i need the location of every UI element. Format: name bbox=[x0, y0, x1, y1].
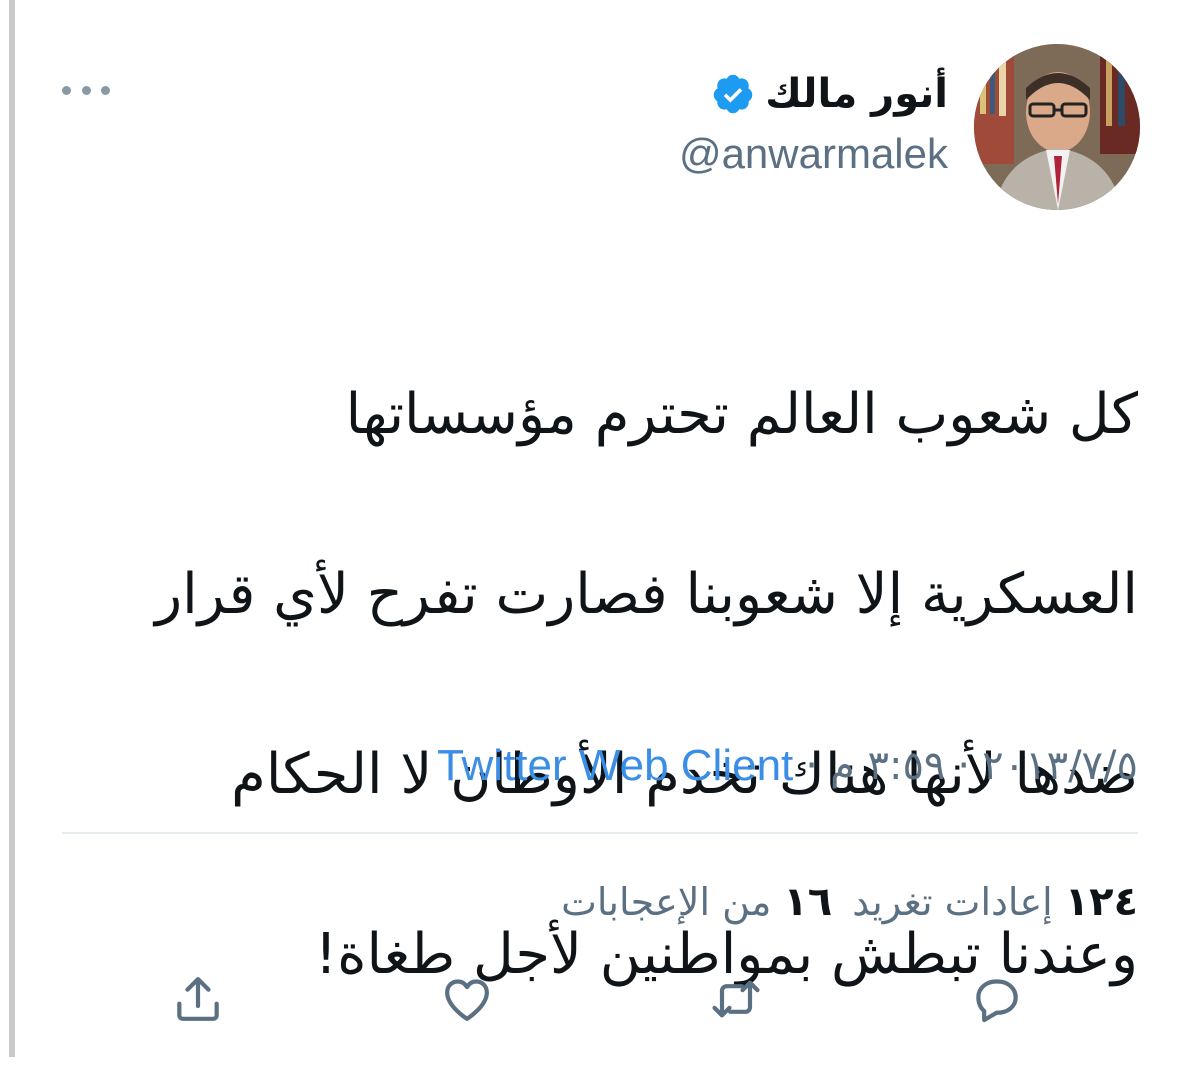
display-name[interactable]: أنور مالك bbox=[765, 71, 948, 117]
retweets-count: ١٢٤ bbox=[1064, 879, 1138, 925]
likes-count: ١٦ bbox=[783, 879, 833, 925]
heart-icon bbox=[445, 979, 489, 1021]
more-dot-icon bbox=[101, 85, 110, 95]
action-bar bbox=[0, 964, 1200, 1034]
avatar[interactable] bbox=[974, 44, 1140, 210]
likes-stat[interactable]: ١٦ من الإعجابات bbox=[561, 879, 832, 925]
like-button[interactable] bbox=[432, 964, 502, 1034]
more-dot-icon bbox=[81, 85, 91, 95]
tweet-text-line: كل شعوب العالم تحترم مؤسساتها bbox=[345, 382, 1138, 447]
tweet-stats: ١٢٤ إعادات تغريد ١٦ من الإعجابات bbox=[561, 872, 1138, 932]
meta-separator: · bbox=[957, 743, 971, 789]
author-handle[interactable]: @anwarmalek bbox=[679, 130, 948, 178]
share-button[interactable] bbox=[163, 964, 233, 1034]
divider bbox=[62, 832, 1138, 834]
tweet-text-line: العسكرية إلا شعوبنا فصارت تفرح لأي قرار bbox=[155, 562, 1138, 627]
likes-label: من الإعجابات bbox=[561, 880, 772, 924]
retweets-stat[interactable]: ١٢٤ إعادات تغريد bbox=[852, 879, 1138, 925]
tweet-date[interactable]: ٢٠١٣/٧/٥ bbox=[982, 743, 1138, 789]
more-options-button[interactable] bbox=[62, 78, 110, 102]
retweet-icon bbox=[712, 980, 760, 1018]
meta-separator: · bbox=[805, 743, 818, 789]
author-name-row[interactable]: أنور مالك bbox=[711, 62, 948, 126]
share-icon bbox=[177, 977, 219, 1021]
reply-icon bbox=[976, 979, 1018, 1023]
avatar-image bbox=[974, 44, 1140, 210]
retweet-button[interactable] bbox=[701, 964, 771, 1034]
tweet-meta: ٢٠١٣/٧/٥ · ٣:٥٩ م · Twitter Web Client bbox=[437, 736, 1138, 796]
tweet-time[interactable]: ٣:٥٩ م bbox=[830, 743, 945, 789]
verified-badge-icon bbox=[713, 74, 753, 114]
left-border bbox=[9, 0, 15, 1057]
retweets-label: إعادات تغريد bbox=[852, 880, 1053, 924]
reply-button[interactable] bbox=[962, 964, 1032, 1034]
tweet-source-link[interactable]: Twitter Web Client bbox=[437, 741, 793, 791]
more-dot-icon bbox=[62, 85, 71, 95]
